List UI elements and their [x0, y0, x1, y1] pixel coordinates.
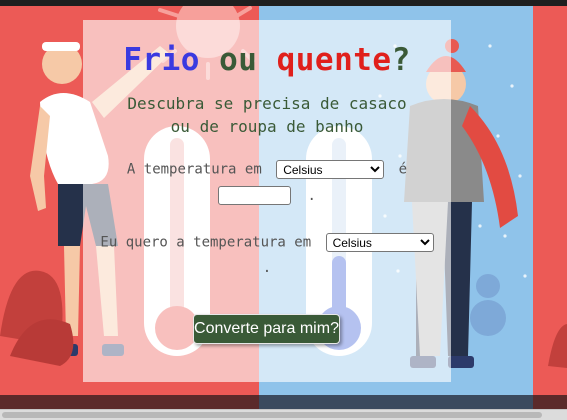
converter-panel: Frio ou quente? Descubra se precisa de c…: [83, 20, 451, 382]
temperature-input[interactable]: [218, 186, 292, 205]
result-row: .: [83, 260, 451, 276]
bush-icon: [0, 270, 74, 366]
input-unit-row: A temperatura em Celsius é: [83, 160, 451, 179]
page-title: Frio ou quente?: [83, 42, 451, 78]
output-unit-select[interactable]: Celsius: [325, 233, 434, 252]
horizontal-scrollbar[interactable]: [0, 409, 567, 420]
output-label: Eu quero a temperatura em: [100, 234, 312, 251]
snowman-icon: [470, 274, 506, 336]
convert-button[interactable]: Converte para mim?: [193, 314, 340, 344]
title-word-frio: Frio: [123, 42, 200, 78]
temperature-row: .: [83, 186, 451, 205]
title-word-quente: quente: [276, 42, 392, 78]
title-question-mark: ?: [391, 42, 411, 78]
subtitle-line-1: Descubra se precisa de casaco: [127, 94, 407, 113]
output-unit-row: Eu quero a temperatura em Celsius: [83, 233, 451, 252]
subtitle-line-2: ou de roupa de banho: [170, 117, 364, 136]
input-unit-select[interactable]: Celsius: [276, 160, 385, 179]
title-word-ou: ou: [219, 42, 258, 78]
input-label: A temperatura em: [126, 161, 262, 178]
result-text: .: [262, 260, 272, 276]
page-subtitle: Descubra se precisa de casaco ou de roup…: [83, 92, 451, 138]
input-suffix: é: [398, 161, 408, 178]
temperature-period: .: [307, 187, 316, 204]
ground-bar: [0, 395, 567, 409]
scrollbar-thumb[interactable]: [2, 412, 542, 418]
edge-bush-icon: [548, 324, 567, 368]
